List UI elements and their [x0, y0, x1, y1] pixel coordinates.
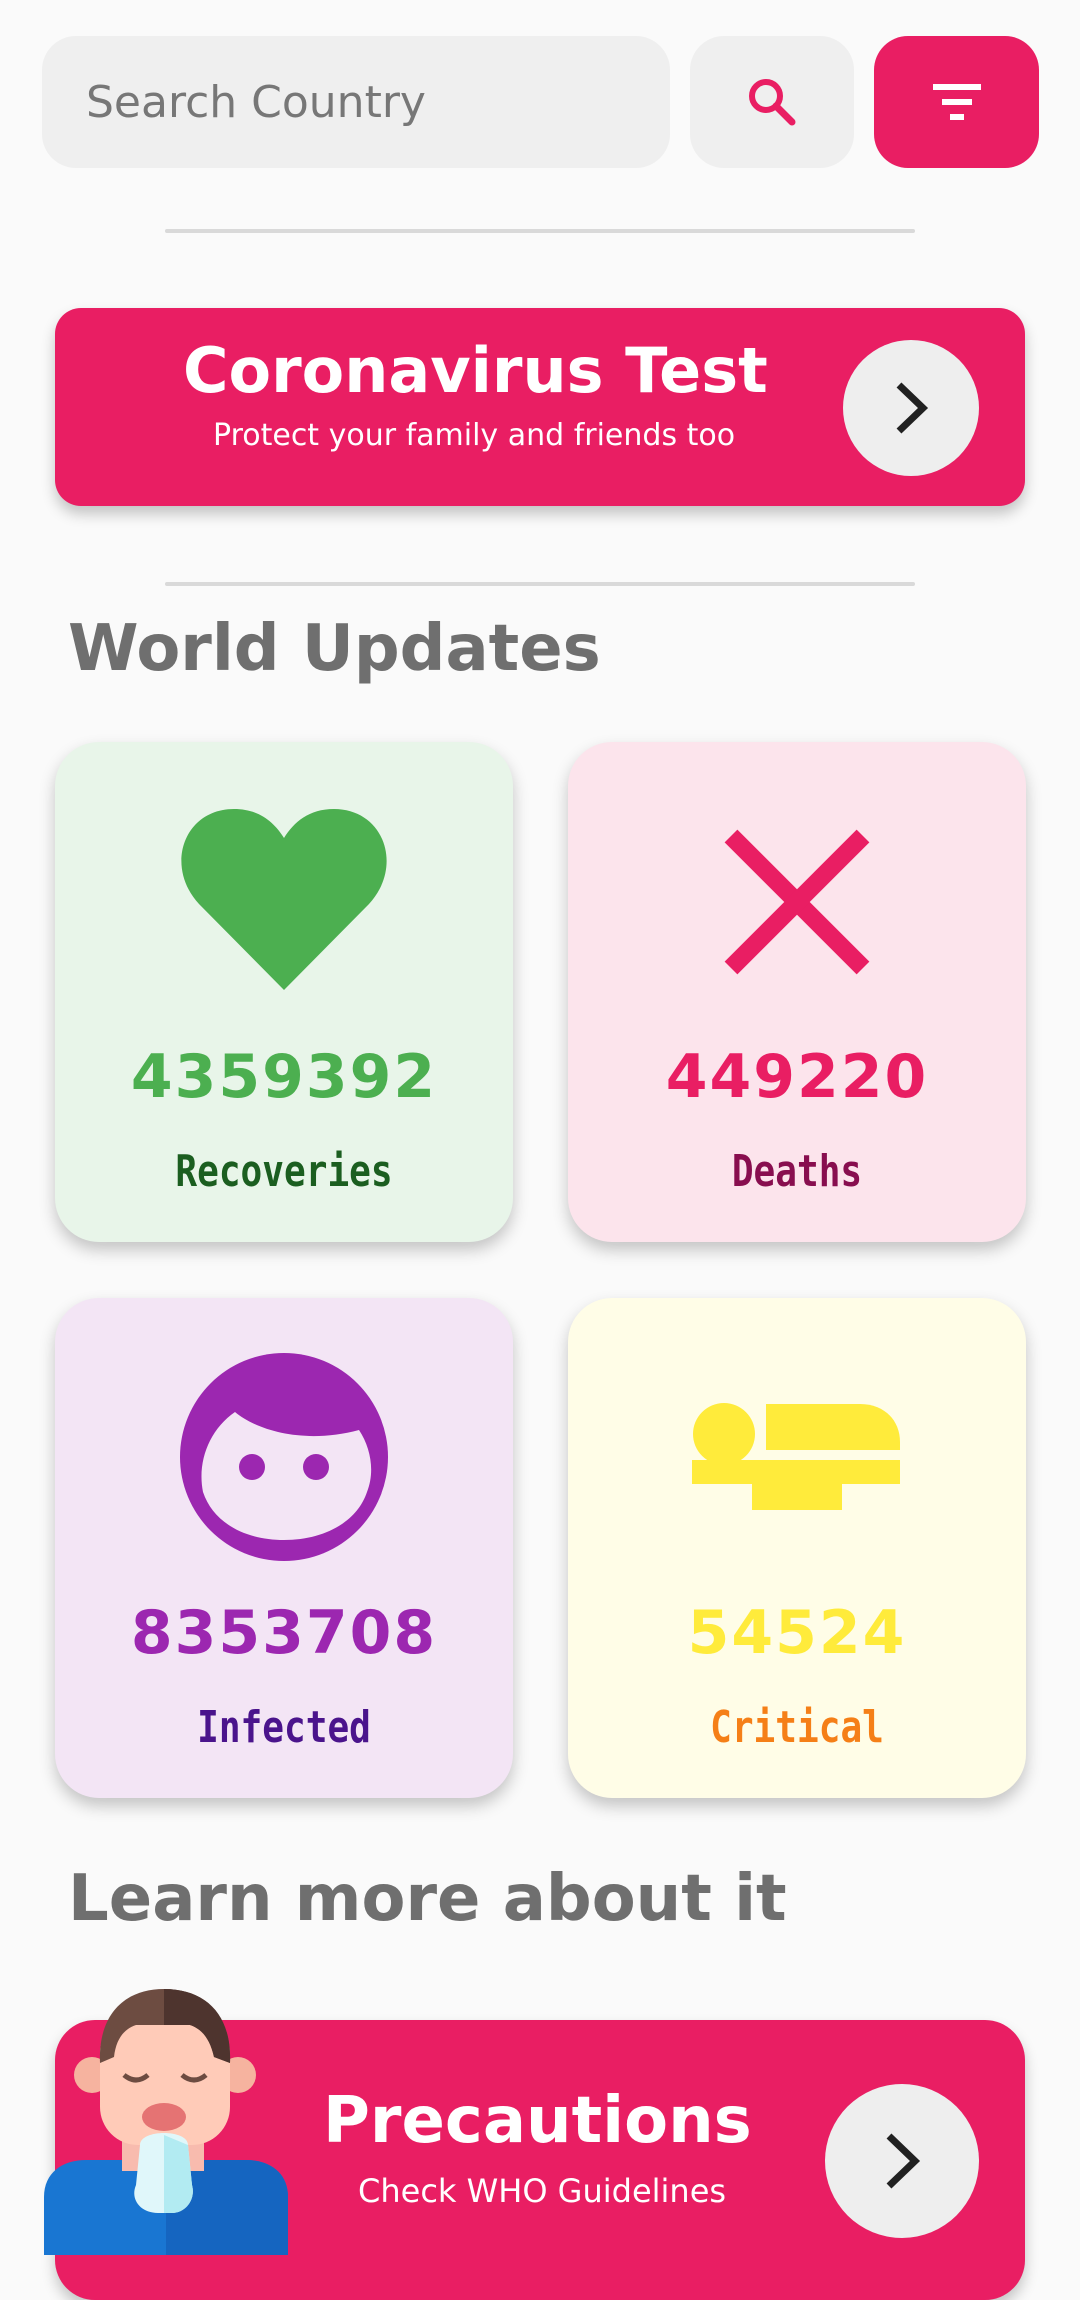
deaths-card[interactable]: 449220 Deaths	[568, 742, 1026, 1242]
hospital-bed-icon	[692, 1403, 900, 1510]
search-icon	[749, 79, 796, 126]
test-arrow-button[interactable]	[843, 340, 979, 476]
filter-button[interactable]	[874, 36, 1039, 168]
heart-icon	[181, 809, 387, 990]
learn-more-title: Learn more about it	[68, 1862, 787, 1936]
critical-label: Critical	[710, 1702, 884, 1753]
search-input[interactable]	[84, 75, 670, 129]
coronavirus-test-banner[interactable]: Coronavirus Test Protect your family and…	[55, 308, 1025, 506]
infected-card[interactable]: 8353708 Infected	[55, 1298, 513, 1798]
infected-label: Infected	[197, 1702, 371, 1753]
precautions-arrow-button[interactable]	[825, 2084, 979, 2238]
close-icon	[724, 829, 870, 975]
banner-title: Coronavirus Test	[183, 334, 768, 407]
deaths-value: 449220	[665, 1042, 929, 1112]
precautions-title: Precautions	[323, 2084, 752, 2158]
precautions-subtitle: Check WHO Guidelines	[358, 2172, 727, 2210]
critical-card[interactable]: 54524 Critical	[568, 1298, 1026, 1798]
recoveries-card[interactable]: 4359392 Recoveries	[55, 742, 513, 1242]
search-box[interactable]	[42, 36, 670, 168]
divider	[165, 582, 915, 586]
world-updates-title: World Updates	[68, 612, 601, 686]
face-icon	[180, 1353, 388, 1561]
chevron-right-icon	[896, 382, 929, 434]
person-illustration	[44, 1989, 288, 2255]
deaths-label: Deaths	[731, 1146, 863, 1197]
critical-value: 54524	[687, 1598, 907, 1668]
infected-value: 8353708	[130, 1598, 438, 1668]
banner-subtitle: Protect your family and friends too	[213, 418, 736, 453]
recoveries-value: 4359392	[130, 1042, 438, 1112]
filter-icon	[932, 84, 981, 120]
chevron-right-icon	[886, 2133, 921, 2189]
divider	[165, 229, 915, 233]
search-button[interactable]	[690, 36, 854, 168]
recoveries-label: Recoveries	[175, 1146, 393, 1197]
